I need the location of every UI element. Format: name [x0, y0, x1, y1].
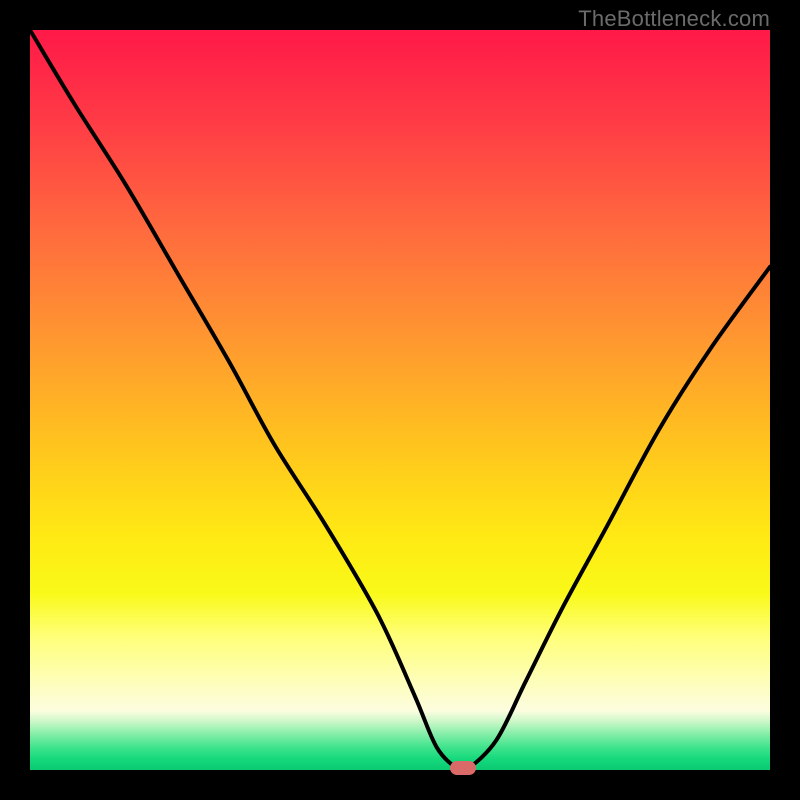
bottleneck-curve — [30, 30, 770, 770]
attribution-text: TheBottleneck.com — [578, 6, 770, 32]
chart-frame: TheBottleneck.com — [0, 0, 800, 800]
optimal-point-marker — [450, 761, 476, 775]
bottleneck-curve-path — [30, 30, 770, 773]
